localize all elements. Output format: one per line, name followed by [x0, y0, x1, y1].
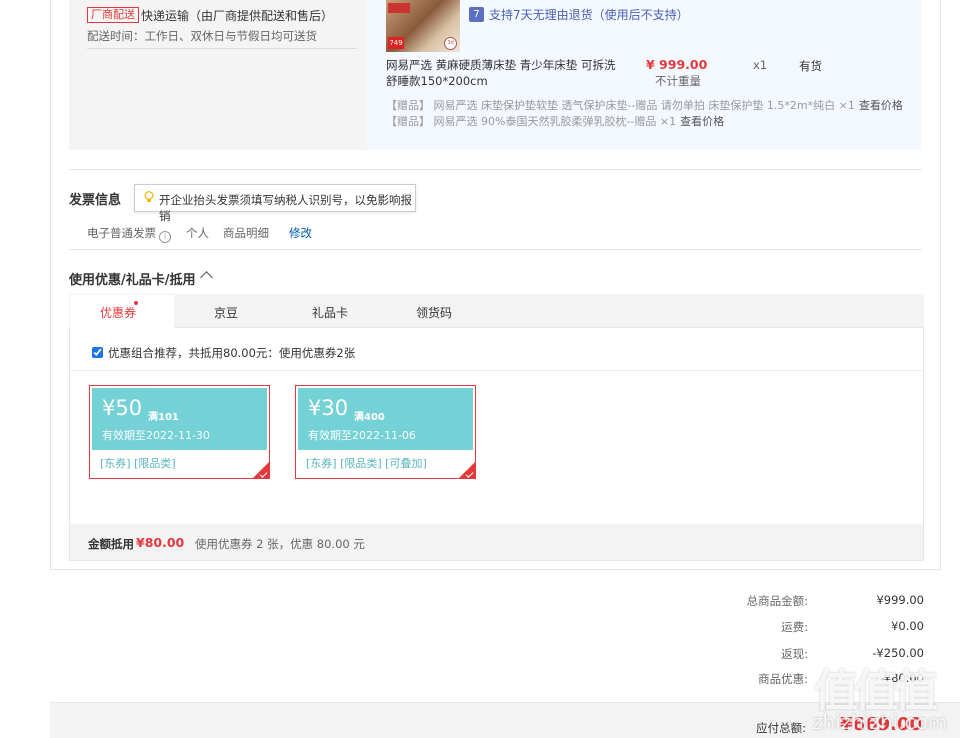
stock-status: 有货 [799, 59, 822, 73]
gift-item: 【赠品】 网易严选 床垫保护垫软垫 透气保护床垫--赠品 请勿单拍 床垫保护垫 … [386, 97, 903, 113]
invoice-type-label: 电子普通发票 [87, 226, 156, 240]
thumbnail-badge: 3d [444, 37, 457, 50]
coupon-card[interactable]: ¥50 满101 有效期至2022-11-30 [东券] [限品类] [89, 385, 270, 479]
view-price-link[interactable]: 查看价格 [859, 99, 903, 112]
coupon-card[interactable]: ¥30 满400 有效期至2022-11-06 [东券] [限品类] [可叠加] [295, 385, 476, 479]
coupon-condition: 满101 [148, 412, 179, 423]
invoice-content: 商品明细 [223, 226, 269, 240]
coupon-amount: ¥30 [308, 396, 349, 420]
thumbnail-brand-tag [388, 3, 410, 13]
tab-jingdou[interactable]: 京豆 [214, 304, 238, 321]
summary-value-subtotal: ¥999.00 [876, 593, 924, 607]
info-icon[interactable]: i [159, 231, 171, 243]
product-thumbnail[interactable]: 749 3d [386, 0, 460, 52]
product-price: ¥ 999.00 [646, 57, 708, 72]
divider [69, 249, 922, 250]
gift-item: 【赠品】 网易严选 90%泰国天然乳胶柔弹乳胶枕--赠品 ×1 查看价格 [386, 113, 724, 129]
thumbnail-price-tag: 749 [388, 37, 404, 49]
invoice-tooltip: 开企业抬头发票须填写纳税人识别号，以免影响报销 [134, 184, 416, 223]
discount-value: ¥80.00 [136, 535, 185, 550]
product-name[interactable]: 网易严选 黄麻硬质薄床垫 青少年床垫 可拆洗 舒睡款150*200cm [386, 57, 626, 89]
gift-text: 【赠品】 网易严选 床垫保护垫软垫 透气保护床垫--赠品 请勿单拍 床垫保护垫 … [386, 99, 855, 112]
discounts-title: 使用优惠/礼品卡/抵用 [69, 273, 196, 288]
combo-recommend[interactable]: 优惠组合推荐，共抵用80.00元：使用优惠券2张 [92, 345, 355, 361]
discount-label: 金额抵用 [88, 537, 134, 551]
divider [87, 48, 357, 49]
delivery-time: 配送时间：工作日、双休日与节假日均可送货 [87, 29, 317, 43]
coupon-condition: 满400 [354, 412, 385, 423]
coupon-tags: [东券] [限品类] [可叠加] [306, 457, 427, 470]
tab-gift-card[interactable]: 礼品卡 [312, 304, 348, 321]
return-policy: 支持7天无理由退货（使用后不支持） [489, 8, 689, 22]
discount-tabs [69, 294, 924, 328]
vendor-delivery-tag: 厂商配送 [87, 7, 139, 23]
tooltip-text: 开企业抬头发票须填写纳税人识别号，以免影响报销 [159, 193, 412, 223]
invoice-type: 电子普通发票 i [87, 225, 171, 243]
shipping-method: 快递运输（由厂商提供配送和售后） [141, 9, 334, 23]
invoice-title: 发票信息 [69, 193, 122, 208]
combo-text: 优惠组合推荐，共抵用80.00元：使用优惠券2张 [108, 346, 356, 360]
divider [69, 169, 922, 170]
combo-checkbox[interactable] [92, 347, 103, 358]
coupon-validity: 有效期至2022-11-30 [102, 429, 210, 442]
edit-invoice-link[interactable]: 修改 [289, 225, 312, 241]
summary-value-shipping: ¥0.00 [891, 619, 924, 633]
product-name-line: 舒睡款150*200cm [386, 74, 488, 88]
coupon-tags: [东券] [限品类] [100, 457, 176, 470]
coupon-validity: 有效期至2022-11-06 [308, 429, 416, 442]
total-value: ¥669.00 [840, 714, 922, 735]
view-price-link[interactable]: 查看价格 [680, 115, 724, 128]
tab-coupons-label[interactable]: 优惠券 [100, 304, 136, 321]
summary-value-discount: -¥80.00 [879, 671, 924, 685]
seven-day-return-icon: 7 [469, 7, 484, 22]
summary-value-cashback: -¥250.00 [872, 646, 924, 660]
divider [70, 370, 923, 371]
coupon-face: ¥30 满400 有效期至2022-11-06 [298, 388, 473, 450]
tab-redeem-code[interactable]: 领货码 [416, 304, 452, 321]
discount-summary-bar: 金额抵用 ¥80.00 使用优惠券 2 张，优惠 80.00 元 [70, 524, 923, 560]
new-dot-icon [134, 301, 138, 305]
product-weight: 不计重量 [655, 74, 701, 88]
gift-text: 【赠品】 网易严选 90%泰国天然乳胶柔弹乳胶枕--赠品 ×1 [386, 115, 677, 128]
invoice-recipient: 个人 [186, 226, 209, 240]
lightbulb-icon [144, 191, 154, 203]
product-quantity: x1 [753, 58, 768, 72]
discount-description: 使用优惠券 2 张，优惠 80.00 元 [195, 537, 365, 551]
product-name-line: 网易严选 黄麻硬质薄床垫 青少年床垫 可拆洗 [386, 58, 616, 72]
watermark-url: zhizhizhi.com [812, 710, 948, 734]
coupon-face: ¥50 满101 有效期至2022-11-30 [92, 388, 267, 450]
coupon-amount: ¥50 [102, 396, 143, 420]
